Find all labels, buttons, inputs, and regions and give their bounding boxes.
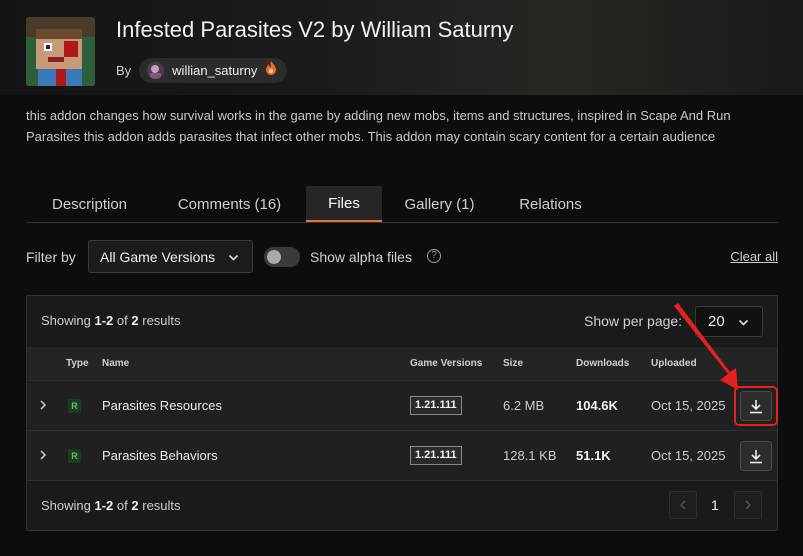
tab-gallery[interactable]: Gallery (1) [382, 186, 497, 222]
tab-relations[interactable]: Relations [497, 186, 604, 222]
author-avatar [147, 62, 165, 79]
download-icon [750, 399, 762, 413]
chevron-down-icon [738, 319, 749, 326]
download-button[interactable] [740, 441, 772, 471]
per-page-select[interactable]: 20 [695, 306, 763, 337]
current-page[interactable]: 1 [711, 497, 719, 513]
addon-description: this addon changes how survival works in… [26, 108, 731, 144]
help-icon[interactable]: ? [427, 249, 441, 263]
file-name[interactable]: Parasites Resources [102, 398, 222, 413]
download-button[interactable] [740, 391, 772, 421]
results-footer: Showing 1-2 of 2 results 1 [27, 480, 777, 530]
game-version-select[interactable]: All Game Versions [88, 240, 253, 273]
upload-date: Oct 15, 2025 [651, 398, 726, 413]
download-count: 104.6K [576, 398, 618, 413]
next-page-button[interactable] [734, 491, 762, 519]
per-page-label: Show per page: [584, 313, 683, 329]
upload-date: Oct 15, 2025 [651, 448, 726, 463]
previous-page-button[interactable] [669, 491, 697, 519]
header-size: Size [503, 358, 524, 369]
alpha-files-toggle[interactable] [264, 247, 300, 267]
table-row[interactable]: R Parasites Resources 1.21.111 6.2 MB 10… [27, 380, 778, 430]
header-downloads: Downloads [576, 358, 630, 369]
file-size: 6.2 MB [503, 398, 545, 413]
author-name: willian_saturny [172, 63, 258, 78]
author-link[interactable]: willian_saturny [139, 58, 288, 83]
header-type: Type [66, 358, 89, 369]
alpha-files-label: Show alpha files [310, 249, 412, 265]
header-name: Name [102, 358, 130, 369]
clear-all-link[interactable]: Clear all [730, 249, 778, 264]
file-size: 128.1 KB [503, 448, 557, 463]
tab-description[interactable]: Description [26, 186, 153, 222]
filter-label: Filter by [26, 249, 76, 265]
per-page-value: 20 [708, 313, 725, 330]
header-game-versions: Game Versions [410, 358, 483, 369]
by-label: By [116, 63, 132, 78]
tab-comments[interactable]: Comments (16) [153, 186, 306, 222]
game-version-tag: 1.21.111 [410, 446, 462, 465]
tab-files[interactable]: Files [306, 186, 382, 222]
results-summary-top: Showing 1-2 of 2 results [41, 313, 181, 328]
file-name[interactable]: Parasites Behaviors [102, 448, 218, 463]
game-version-value: All Game Versions [100, 248, 216, 265]
game-version-tag: 1.21.111 [410, 396, 462, 415]
filter-bar: Filter by All Game Versions Show alpha f… [26, 240, 778, 274]
tab-bar: Description Comments (16) Files Gallery … [26, 186, 778, 223]
release-type-badge: R [68, 449, 81, 463]
results-summary-bottom: Showing 1-2 of 2 results [41, 498, 181, 513]
chevron-right-icon[interactable] [37, 398, 49, 412]
flame-icon [265, 61, 277, 80]
chevron-left-icon [679, 500, 686, 510]
header-uploaded: Uploaded [651, 358, 697, 369]
chevron-right-icon[interactable] [37, 448, 49, 462]
release-type-badge: R [68, 399, 81, 413]
addon-avatar [26, 17, 95, 86]
addon-title: Infested Parasites V2 by William Saturny [116, 17, 514, 42]
download-count: 51.1K [576, 448, 611, 463]
download-icon [750, 449, 762, 463]
table-header: Type Name Game Versions Size Downloads U… [27, 347, 777, 380]
table-row[interactable]: R Parasites Behaviors 1.21.111 128.1 KB … [27, 430, 777, 480]
files-panel: Showing 1-2 of 2 results Show per page: … [26, 295, 778, 531]
toggle-knob [267, 250, 281, 264]
author-row: By willian_saturny [116, 58, 288, 83]
chevron-right-icon [745, 500, 752, 510]
results-header: Showing 1-2 of 2 results Show per page: … [27, 296, 777, 347]
chevron-down-icon [228, 254, 239, 261]
